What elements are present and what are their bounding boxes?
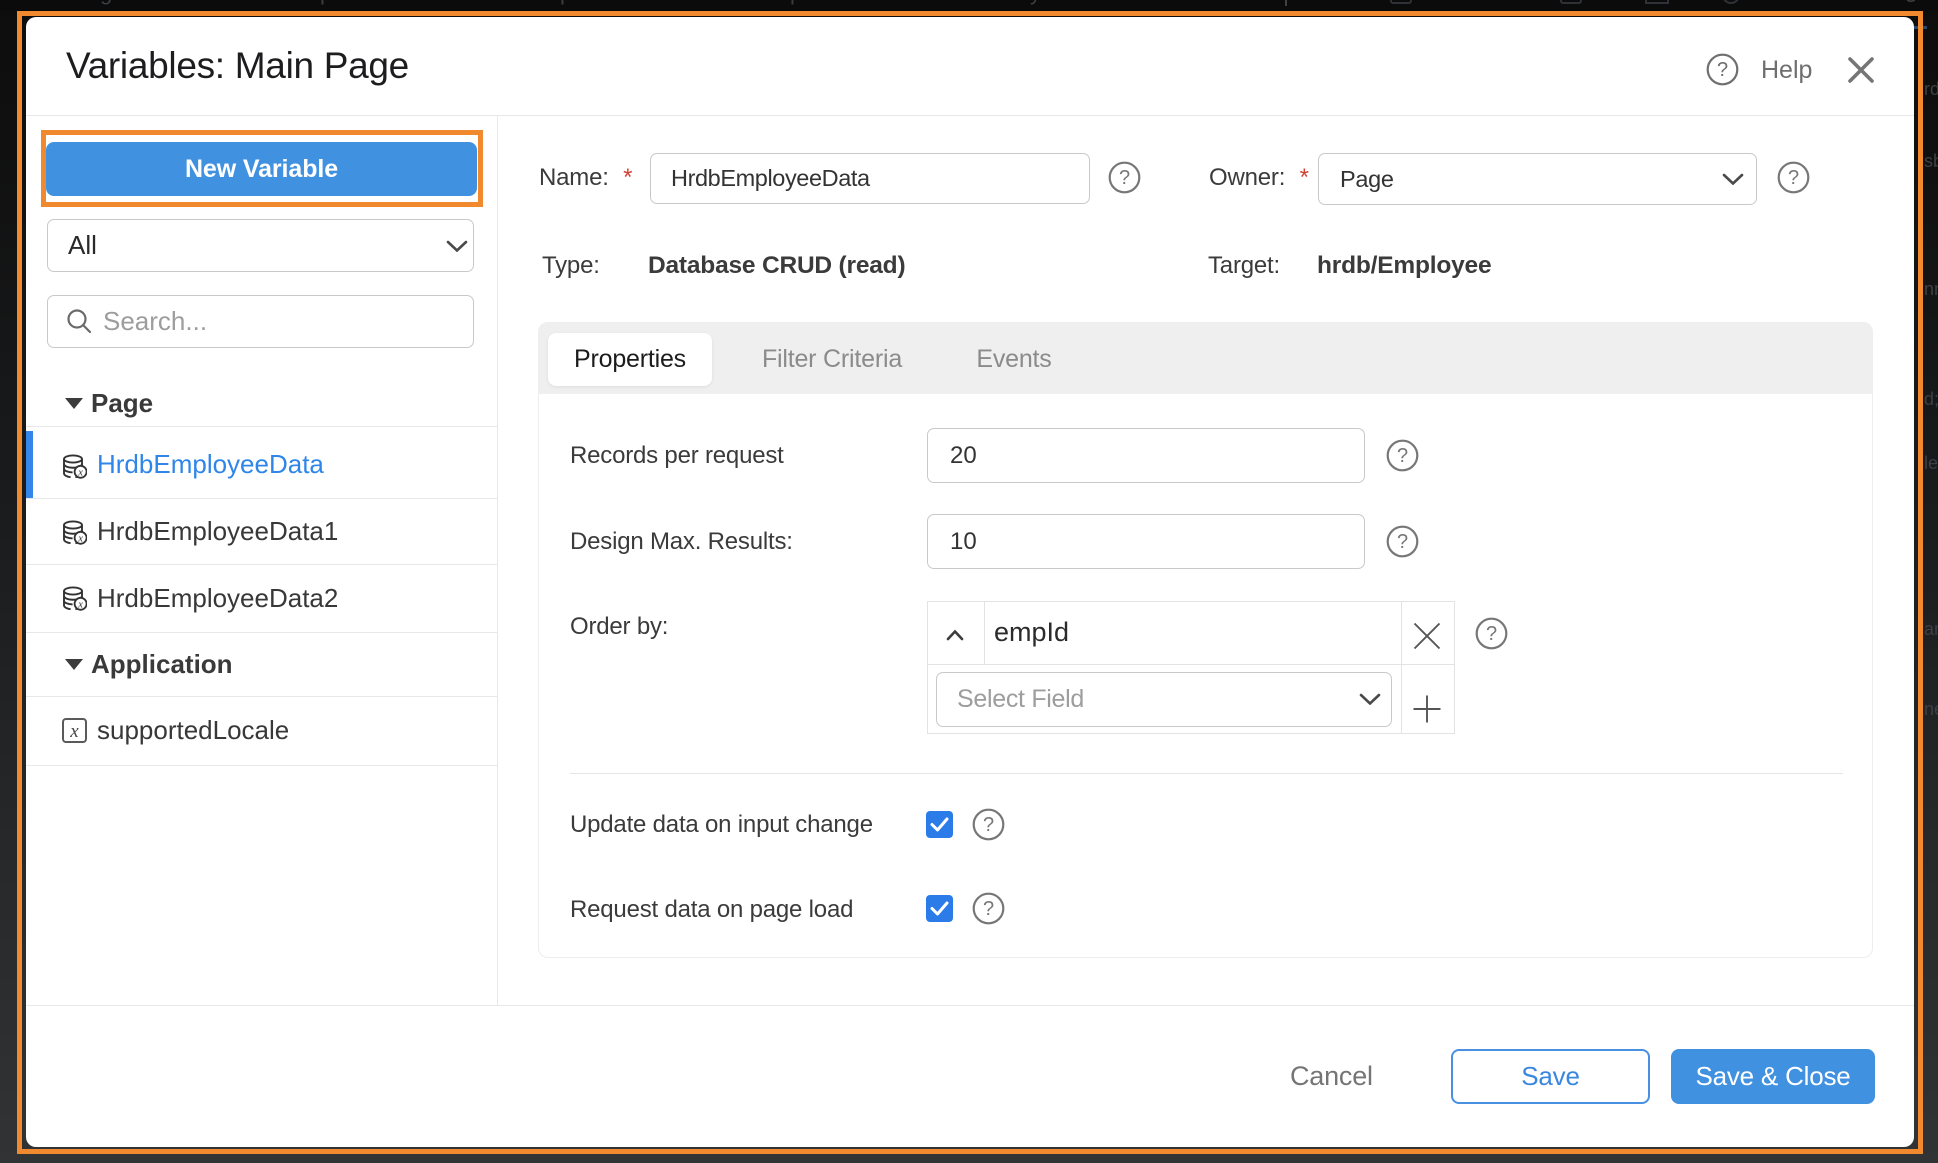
svg-text:x: x [77,534,83,545]
svg-text:x: x [77,600,83,611]
svg-text:?: ? [983,814,994,836]
svg-text:?: ? [1119,167,1130,189]
svg-text:?: ? [1397,445,1408,467]
svg-text:?: ? [1717,59,1728,81]
svg-text:?: ? [983,898,994,920]
svg-text:x: x [77,468,83,479]
svg-text:?: ? [1788,167,1799,189]
svg-text:?: ? [1397,531,1408,553]
svg-text:?: ? [1486,623,1497,645]
